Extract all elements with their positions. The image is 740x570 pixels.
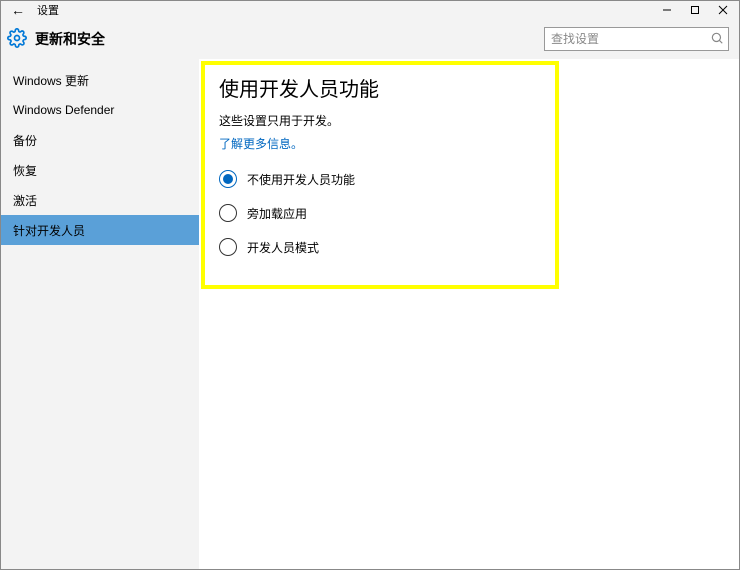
sidebar-item-label: 针对开发人员	[13, 222, 85, 239]
radio-label: 旁加载应用	[247, 205, 307, 222]
sidebar-item-label: 恢复	[13, 162, 37, 179]
page-title: 更新和安全	[35, 29, 105, 49]
sidebar-item-activation[interactable]: 激活	[1, 185, 199, 215]
maximize-button[interactable]	[681, 1, 709, 19]
sidebar-item-backup[interactable]: 备份	[1, 125, 199, 155]
radio-label: 不使用开发人员功能	[247, 171, 355, 188]
page-header: 更新和安全	[1, 19, 739, 59]
radio-icon	[219, 170, 237, 188]
app-title: 设置	[37, 2, 59, 18]
window-controls	[653, 1, 737, 19]
back-button[interactable]: ←	[7, 2, 29, 18]
sidebar-item-windows-defender[interactable]: Windows Defender	[1, 95, 199, 125]
sidebar-item-label: 激活	[13, 192, 37, 209]
search-input[interactable]	[551, 32, 710, 46]
sidebar-item-for-developers[interactable]: 针对开发人员	[1, 215, 199, 245]
radio-icon	[219, 238, 237, 256]
learn-more-link[interactable]: 了解更多信息。	[219, 135, 303, 152]
radio-label: 开发人员模式	[247, 239, 319, 256]
sidebar-item-recovery[interactable]: 恢复	[1, 155, 199, 185]
sidebar-item-windows-update[interactable]: Windows 更新	[1, 65, 199, 95]
search-icon	[710, 31, 724, 48]
title-bar: ← 设置	[1, 1, 739, 19]
close-button[interactable]	[709, 1, 737, 19]
radio-icon	[219, 204, 237, 222]
sidebar-item-label: Windows Defender	[13, 103, 114, 117]
sidebar-item-label: 备份	[13, 132, 37, 149]
content-description: 这些设置只用于开发。	[219, 112, 731, 129]
gear-icon	[7, 28, 27, 51]
sidebar: Windows 更新 Windows Defender 备份 恢复 激活 针对开…	[1, 59, 199, 569]
content-pane: 使用开发人员功能 这些设置只用于开发。 了解更多信息。 不使用开发人员功能 旁加…	[199, 59, 739, 569]
radio-option-dont-use[interactable]: 不使用开发人员功能	[219, 170, 731, 188]
radio-option-sideload[interactable]: 旁加载应用	[219, 204, 731, 222]
search-box[interactable]	[544, 27, 729, 51]
content-heading: 使用开发人员功能	[219, 73, 731, 102]
sidebar-item-label: Windows 更新	[13, 72, 89, 89]
minimize-button[interactable]	[653, 1, 681, 19]
radio-option-developer-mode[interactable]: 开发人员模式	[219, 238, 731, 256]
